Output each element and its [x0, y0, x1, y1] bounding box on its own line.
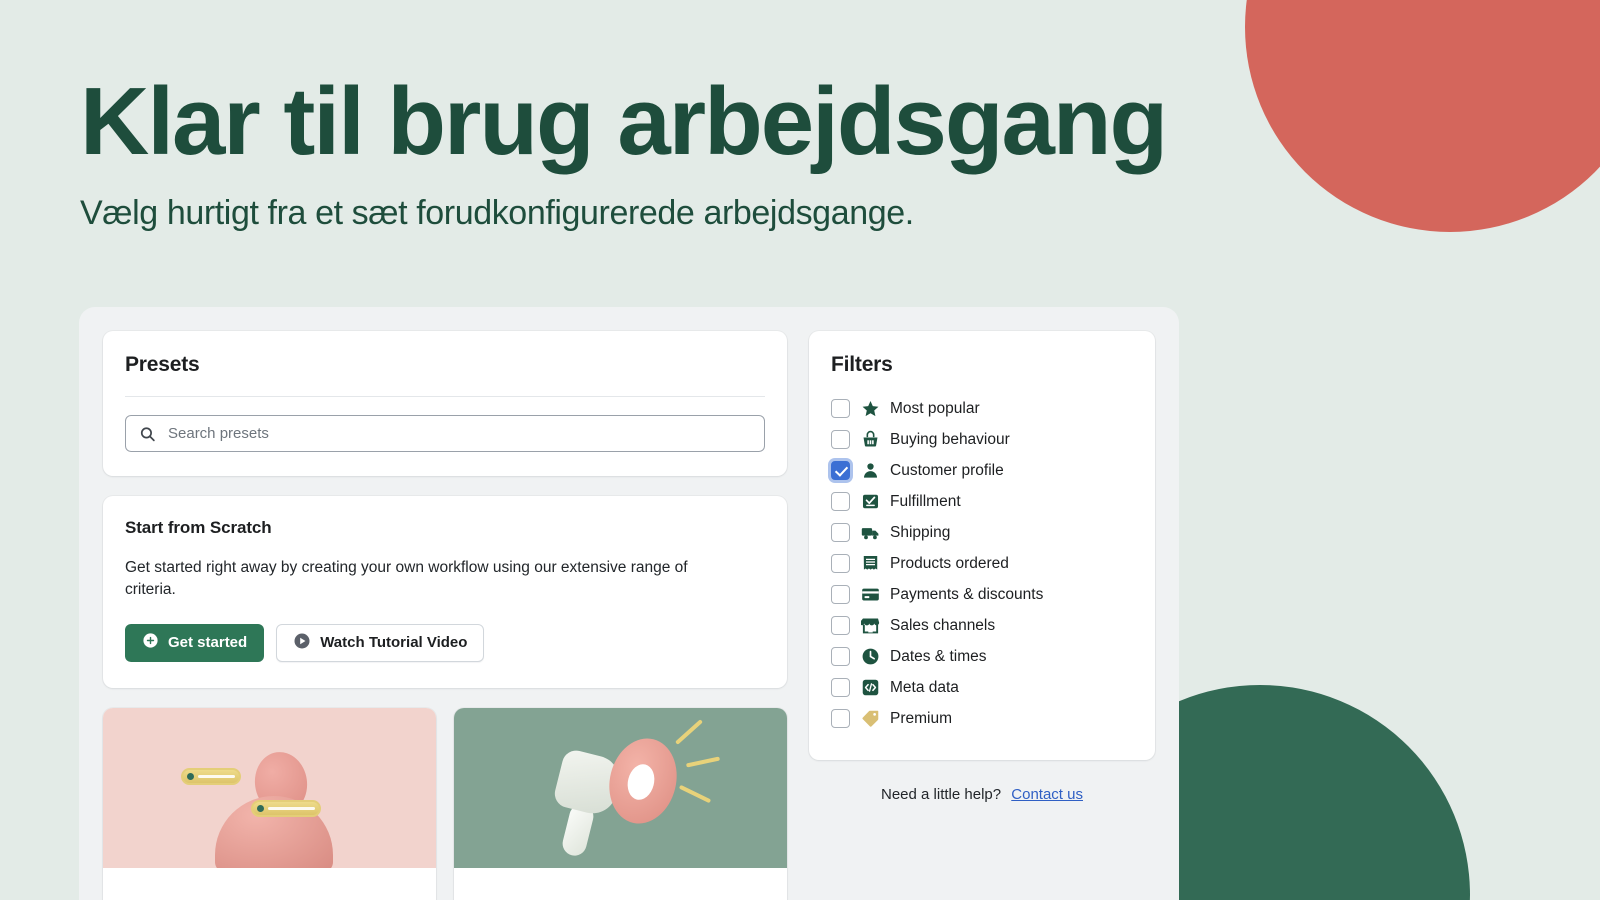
start-from-scratch-card: Start from Scratch Get started right awa… — [103, 496, 787, 688]
person-icon — [860, 461, 880, 481]
presets-card: Presets — [103, 331, 787, 476]
play-circle-icon — [293, 632, 311, 654]
get-started-button[interactable]: Get started — [125, 623, 265, 662]
filter-label: Most popular — [890, 399, 980, 417]
filter-label: Dates & times — [890, 647, 987, 665]
filter-checkbox[interactable] — [831, 616, 850, 635]
megaphone-ray-3 — [678, 784, 712, 803]
filter-checkbox[interactable] — [831, 709, 850, 728]
credit-card-icon — [860, 585, 880, 605]
basket-icon — [860, 430, 880, 450]
scratch-button-row: Get started Watch Tutorial Video — [125, 623, 765, 662]
filter-row[interactable]: Products ordered — [831, 548, 1133, 579]
filter-label: Customer profile — [890, 461, 1004, 479]
get-started-label: Get started — [168, 634, 248, 652]
preset-tile-body — [103, 867, 436, 900]
filter-label: Products ordered — [890, 554, 1009, 572]
search-wrapper — [125, 415, 765, 452]
workspace-container: Presets Start from Scratch Get started r… — [79, 307, 1179, 900]
help-text: Need a little help? — [881, 786, 1002, 803]
watch-tutorial-video-button[interactable]: Watch Tutorial Video — [276, 623, 485, 662]
presets-divider — [125, 396, 765, 397]
filter-checkbox[interactable] — [831, 461, 850, 480]
filter-label: Meta data — [890, 678, 959, 696]
filter-label: Buying behaviour — [890, 430, 1010, 448]
plus-circle-icon — [142, 632, 159, 653]
filter-checkbox[interactable] — [831, 647, 850, 666]
preset-tile-body — [454, 867, 787, 900]
filters-title: Filters — [831, 353, 893, 376]
left-column: Presets Start from Scratch Get started r… — [103, 331, 787, 900]
filter-checkbox[interactable] — [831, 492, 850, 511]
filter-checkbox[interactable] — [831, 523, 850, 542]
filter-checkbox[interactable] — [831, 430, 850, 449]
filter-row[interactable]: Customer profile — [831, 455, 1133, 486]
search-input[interactable] — [125, 415, 765, 452]
filter-checkbox[interactable] — [831, 585, 850, 604]
filter-label: Fulfillment — [890, 492, 961, 510]
filter-row[interactable]: Premium — [831, 703, 1133, 734]
page-title: Klar til brug arbejdsgang — [80, 68, 1168, 175]
filter-row[interactable]: Buying behaviour — [831, 424, 1133, 455]
filter-checkbox[interactable] — [831, 678, 850, 697]
scratch-description: Get started right away by creating your … — [125, 559, 688, 599]
filters-card: Filters Most popular Buying behaviour Cust… — [809, 331, 1155, 760]
contact-us-link[interactable]: Contact us — [1011, 786, 1083, 803]
person-profile-illustration — [103, 707, 436, 868]
filter-row[interactable]: Dates & times — [831, 641, 1133, 672]
preset-tile-customer-profile[interactable] — [103, 707, 436, 900]
filter-label: Premium — [890, 709, 953, 727]
megaphone-ray-2 — [685, 756, 721, 768]
checkbox-doc-icon — [860, 492, 880, 512]
storefront-icon — [860, 616, 880, 636]
filter-label: Shipping — [890, 523, 951, 541]
help-row: Need a little help? Contact us — [809, 786, 1155, 803]
megaphone-ray-1 — [675, 718, 703, 745]
truck-icon — [860, 523, 880, 543]
star-icon — [860, 399, 880, 419]
tag-icon — [860, 709, 880, 729]
receipt-icon — [860, 554, 880, 574]
megaphone-illustration — [454, 707, 787, 868]
page-subtitle: Vælg hurtigt fra et sæt forudkonfigurere… — [80, 193, 914, 232]
page-header: Klar til brug arbejdsgang Vælg hurtigt f… — [0, 0, 1600, 233]
presets-title: Presets — [125, 353, 200, 376]
filter-label: Sales channels — [890, 616, 996, 634]
filter-row[interactable]: Sales channels — [831, 610, 1133, 641]
filter-checkbox[interactable] — [831, 399, 850, 418]
filter-row[interactable]: Most popular — [831, 393, 1133, 424]
clock-icon — [860, 647, 880, 667]
watch-tutorial-label: Watch Tutorial Video — [320, 634, 468, 652]
filter-list: Most popular Buying behaviour Customer pro… — [831, 393, 1133, 734]
preset-tiles — [103, 707, 787, 900]
filter-row[interactable]: Meta data — [831, 672, 1133, 703]
scratch-title: Start from Scratch — [125, 518, 272, 537]
filter-row[interactable]: Fulfillment — [831, 486, 1133, 517]
filter-label: Payments & discounts — [890, 585, 1044, 603]
illustration-tag-1 — [181, 767, 241, 785]
preset-tile-marketing[interactable] — [454, 707, 787, 900]
filter-row[interactable]: Shipping — [831, 517, 1133, 548]
filter-checkbox[interactable] — [831, 554, 850, 573]
code-icon — [860, 678, 880, 698]
illustration-tag-2 — [251, 799, 321, 817]
right-column: Filters Most popular Buying behaviour Cust… — [809, 331, 1155, 900]
filter-row[interactable]: Payments & discounts — [831, 579, 1133, 610]
